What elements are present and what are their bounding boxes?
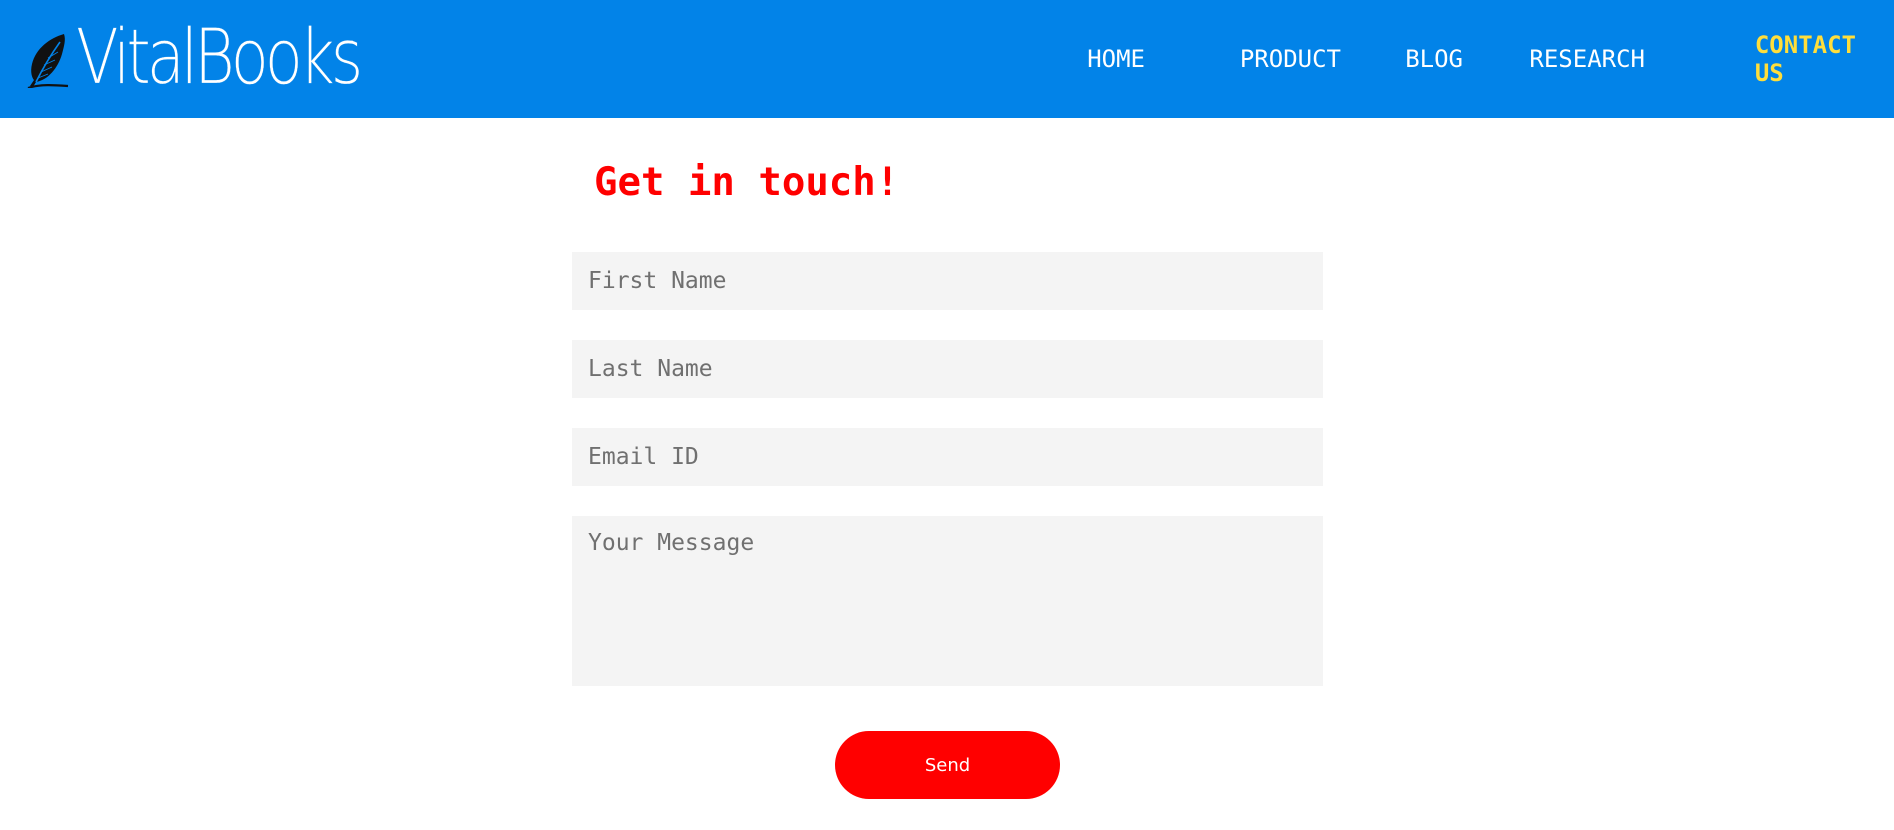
nav-product[interactable]: PRODUCT (1240, 45, 1341, 73)
message-field[interactable] (572, 516, 1323, 686)
send-button[interactable]: Send (835, 731, 1060, 799)
brand-logo[interactable]: VitalBooks (24, 14, 421, 104)
brand-name: VitalBooks (76, 12, 363, 101)
feather-quill-icon (24, 32, 70, 90)
nav-research[interactable]: RESEARCH (1529, 45, 1645, 73)
nav-contact-us[interactable]: CONTACT US (1755, 31, 1856, 87)
first-name-field[interactable] (572, 252, 1323, 310)
email-field[interactable] (572, 428, 1323, 486)
page-title: Get in touch! (594, 160, 900, 205)
nav-home[interactable]: HOME (1087, 45, 1145, 73)
last-name-field[interactable] (572, 340, 1323, 398)
nav-blog[interactable]: BLOG (1405, 45, 1463, 73)
site-header: VitalBooks HOME PRODUCT BLOG RESEARCH CO… (0, 0, 1894, 118)
